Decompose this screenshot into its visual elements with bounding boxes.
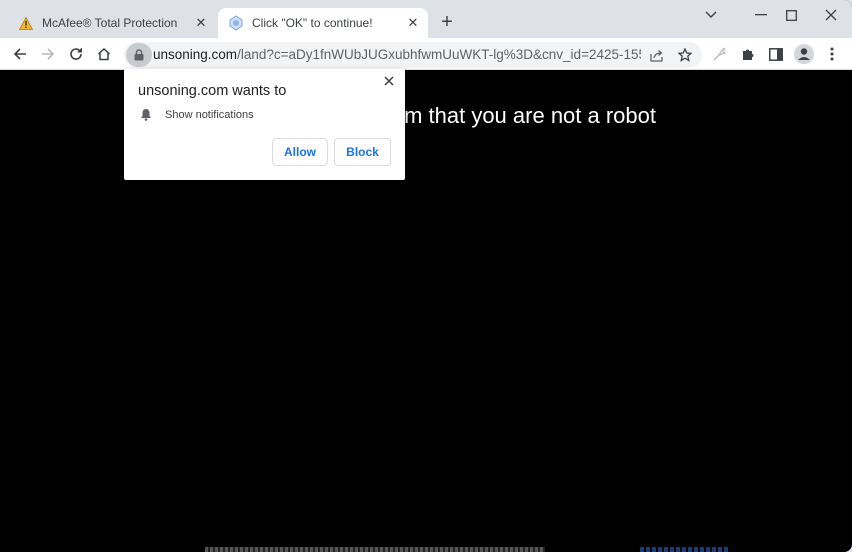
- chevron-down-icon: [705, 11, 717, 18]
- site-favicon-icon: [228, 15, 244, 31]
- tab-click-ok[interactable]: Click "OK" to continue! ✕: [218, 8, 428, 38]
- arrow-right-icon: [42, 48, 55, 60]
- extensions-puzzle-icon: [743, 49, 754, 60]
- reload-icon: [70, 48, 82, 60]
- prompt-close-button[interactable]: [381, 73, 397, 89]
- block-button[interactable]: Block: [334, 138, 391, 166]
- profile-button[interactable]: [792, 42, 816, 66]
- share-button[interactable]: [646, 45, 668, 65]
- menu-kebab-icon: [830, 47, 834, 61]
- prompt-title: unsoning.com wants to: [138, 83, 287, 99]
- extension-pin-icon: [713, 47, 727, 61]
- extensions-button[interactable]: [736, 42, 760, 66]
- back-button[interactable]: [8, 42, 32, 66]
- headline-visible-text: m that you are not a robot: [404, 103, 657, 128]
- permission-row: Show notifications: [140, 108, 254, 121]
- lock-icon: [134, 49, 144, 61]
- permission-label: Show notifications: [165, 108, 254, 121]
- tab-strip: McAfee® Total Protection ✕ Click "OK" to…: [0, 0, 852, 38]
- minimize-button[interactable]: [746, 4, 776, 26]
- url-path: /land?c=aDy1fnWUbJUGxubhfwmUuWKT-lg%3D&c…: [237, 47, 641, 62]
- browser-window: McAfee® Total Protection ✕ Click "OK" to…: [0, 0, 852, 552]
- new-tab-button[interactable]: +: [436, 12, 458, 34]
- extension-pin-button[interactable]: [708, 42, 732, 66]
- site-info-button[interactable]: [126, 43, 152, 67]
- arrow-left-icon: [13, 48, 26, 60]
- close-icon: [825, 9, 837, 21]
- home-button[interactable]: [92, 42, 116, 66]
- cut-off-footer-link: [640, 547, 730, 552]
- bookmark-star-icon: [678, 48, 692, 62]
- maximize-button[interactable]: [776, 4, 806, 26]
- url-text[interactable]: unsoning.com/land?c=aDy1fnWUbJUGxubhfwmU…: [153, 47, 641, 62]
- profile-avatar-icon: [794, 44, 814, 64]
- browser-toolbar: unsoning.com/land?c=aDy1fnWUbJUGxubhfwmU…: [0, 38, 852, 70]
- minimize-icon: [755, 14, 767, 16]
- maximize-icon: [785, 9, 797, 21]
- cut-off-footer-text: [205, 547, 545, 552]
- close-window-button[interactable]: [816, 4, 846, 26]
- warning-icon: [18, 15, 34, 31]
- share-icon: [650, 49, 663, 62]
- bookmark-button[interactable]: [674, 45, 696, 65]
- tab-search-button[interactable]: [696, 4, 726, 26]
- side-panel-button[interactable]: [764, 42, 788, 66]
- home-icon: [97, 47, 111, 61]
- notification-permission-prompt: unsoning.com wants to Show notifications…: [124, 69, 405, 180]
- tab-title: Click "OK" to continue!: [252, 16, 373, 30]
- allow-button[interactable]: Allow: [272, 138, 328, 166]
- tab-title: McAfee® Total Protection: [42, 16, 178, 30]
- reload-button[interactable]: [64, 42, 88, 66]
- close-tab-icon[interactable]: ✕: [404, 14, 422, 32]
- address-bar[interactable]: unsoning.com/land?c=aDy1fnWUbJUGxubhfwmU…: [124, 42, 702, 68]
- close-icon: [384, 76, 394, 86]
- side-panel-icon: [769, 47, 783, 61]
- bell-icon: [141, 109, 151, 121]
- close-tab-icon[interactable]: ✕: [192, 14, 210, 32]
- forward-button[interactable]: [36, 42, 60, 66]
- menu-button[interactable]: [820, 42, 844, 66]
- tab-mcafee[interactable]: McAfee® Total Protection ✕: [8, 8, 216, 38]
- url-host: unsoning.com: [153, 47, 238, 62]
